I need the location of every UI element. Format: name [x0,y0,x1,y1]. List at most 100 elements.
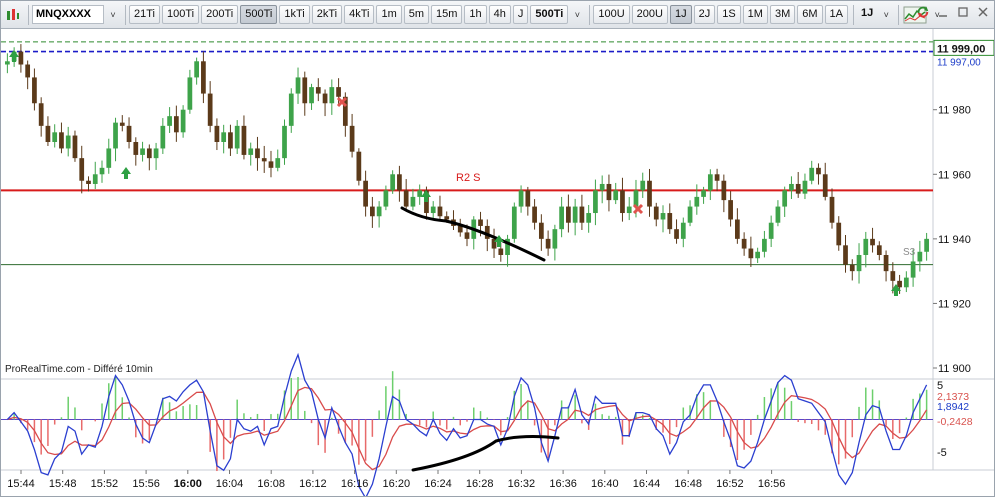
candle-body [809,167,815,181]
candle-body [707,174,713,191]
timeframe-button[interactable]: 1m [376,5,402,24]
unit-button[interactable]: 200U [631,5,668,24]
candle-body [545,238,551,249]
toolbar-separator [852,4,854,25]
candle-body [92,174,98,184]
current-timeframe-button[interactable]: 500Ti [530,5,569,24]
time-tick-label: 16:28 [466,478,494,490]
timeframe-button[interactable]: J [512,5,529,24]
candle-body [207,93,213,126]
candle-body [349,125,355,152]
candle-body [255,148,260,159]
dropdown-icon[interactable]: ˅ [570,5,584,24]
candle-body [32,77,37,104]
time-tick-label: 16:36 [549,478,577,490]
candle-body [687,206,693,223]
candle-body [863,238,869,255]
timeframe-button[interactable]: 4kTi [344,5,375,24]
candle-body [640,180,646,191]
unit-button[interactable]: 1S [717,5,741,24]
candle-body [444,216,450,220]
candle-body [694,196,700,207]
candle-body [890,271,896,281]
candle-body [836,222,842,246]
timeframe-button[interactable]: 15m [431,5,463,24]
candle-body [417,190,423,197]
candle-body [322,93,328,104]
timeframe-button[interactable]: 2kTi [311,5,343,24]
timeframe-button[interactable]: 200Ti [201,5,239,24]
candle-body [214,125,220,142]
refresh-icon[interactable] [916,5,930,19]
timeframe-button[interactable]: 4h [488,5,511,24]
unit-button[interactable]: 6M [797,5,823,24]
candle-body [403,190,409,207]
candle-body [140,148,145,155]
symbol-input[interactable]: MNQXXXX [32,5,104,24]
candle-body [586,213,592,223]
chart-area[interactable]: R2 S S3 11 980 11 960 11 940 11 920 11 900 11 9… [1,29,994,496]
candle-body [390,174,396,191]
indicator-value-label: 1,8942 [937,401,969,413]
close-icon[interactable] [976,5,990,19]
timeframe-button[interactable]: 100Ti [162,5,200,24]
candle-body [775,206,781,223]
candle-body [5,61,10,65]
candle-body [856,255,862,272]
candle-body [498,248,504,255]
unit-button[interactable]: 2J [693,5,716,24]
candle-body [268,161,274,168]
candle-body [397,174,402,191]
candle-body [606,183,612,201]
time-tick-label: 15:56 [132,478,160,490]
candle-body [302,77,308,104]
candle-body [241,125,247,155]
candle-body [620,190,625,214]
timeframe-button[interactable]: 500Ti [240,5,278,24]
time-tick-label: 15:48 [49,478,77,490]
unit-button[interactable]: 1J [669,5,692,24]
candle-body [525,190,531,207]
candle-body [248,148,254,155]
chart-app-icon[interactable] [3,5,23,25]
candle-body [559,206,564,230]
candle-body [538,222,544,239]
time-tick-label: 16:04 [216,478,244,490]
candle-body [119,122,125,126]
timeframe-button[interactable]: 1kTi [279,5,310,24]
candle-body [288,93,294,126]
candle-body [802,180,808,194]
candle-body [153,148,159,159]
minimize-icon[interactable] [936,5,950,19]
candle-body [647,180,652,207]
maximize-icon[interactable] [956,5,970,19]
timeframe-button[interactable]: 21Ti [129,5,160,24]
secondary-price-label: 11 997,00 [937,57,981,68]
time-tick-label: 16:44 [633,478,661,490]
time-tick-label: 16:00 [174,478,202,490]
candle-body [309,87,314,104]
candle-body [660,213,666,220]
timeframe-button[interactable]: 5m [403,5,430,24]
dropdown-icon[interactable]: ˅ [106,5,120,24]
toolbar-separator [28,4,29,25]
candle-body [721,180,727,201]
candle-body [782,190,788,207]
candle-body [714,174,720,181]
period-button[interactable]: 1J [857,5,877,24]
candle-body [173,116,179,133]
last-price-label: 11 999,00 [937,43,985,55]
candle-body [99,167,105,175]
candle-body [829,196,835,223]
candle-body [816,167,821,175]
timeframe-button[interactable]: 1h [464,5,487,24]
window-controls [916,5,990,19]
unit-button[interactable]: 1A [824,5,848,24]
unit-button[interactable]: 3M [769,5,796,24]
price-tick-label: 11 920 [938,298,971,310]
unit-button[interactable]: 100U [593,5,630,24]
dropdown-icon[interactable]: ˅ [879,5,893,24]
candle-body [383,190,389,207]
candle-body [917,251,923,262]
unit-button[interactable]: 1M [742,5,768,24]
